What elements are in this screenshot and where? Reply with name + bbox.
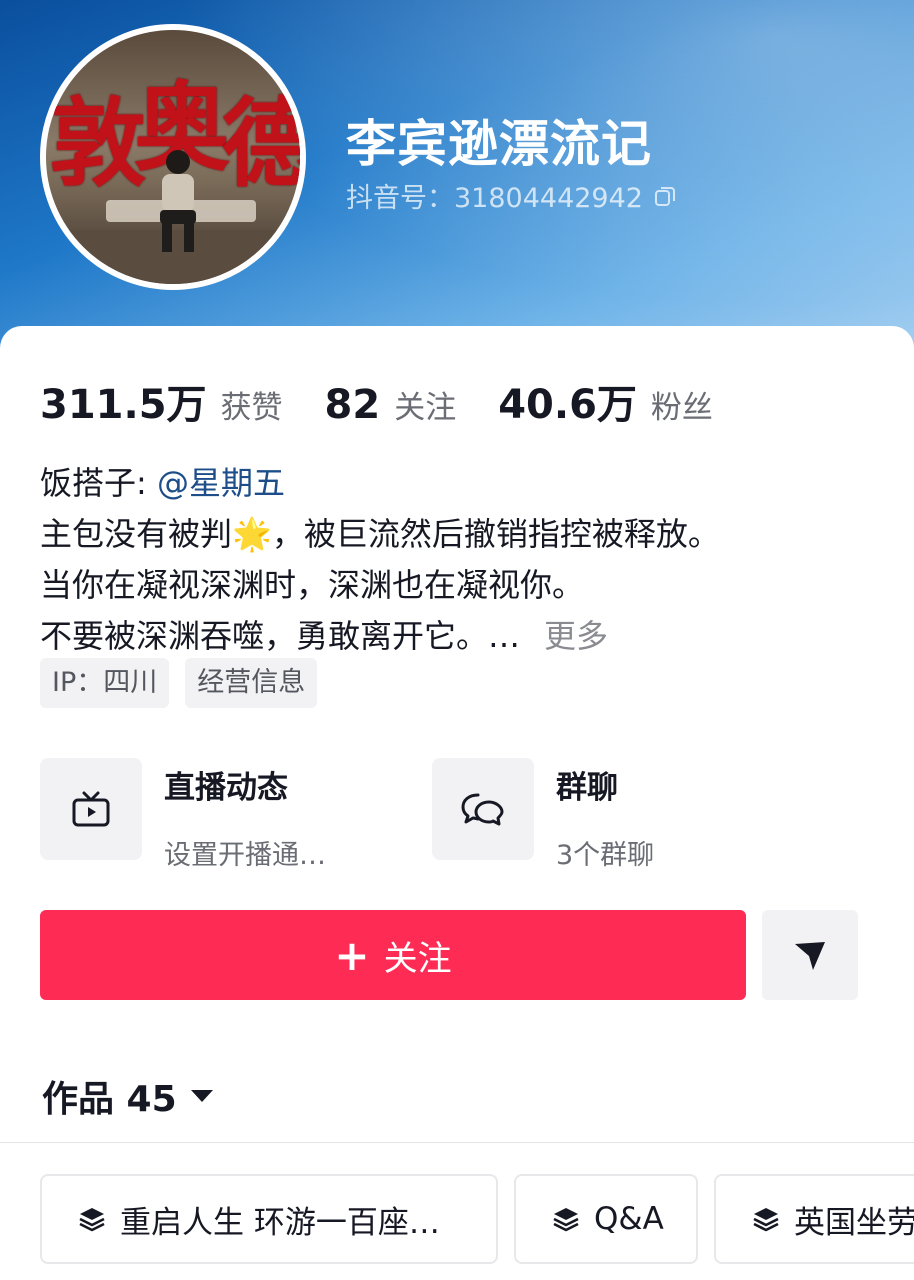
collection-label: Q&A bbox=[594, 1201, 664, 1237]
stat-likes[interactable]: 311.5万 获赞 bbox=[40, 372, 283, 430]
follow-button-label: 关注 bbox=[383, 938, 452, 979]
bio-mention-link[interactable]: @星期五 bbox=[157, 464, 285, 502]
bio-line-4-text: 不要被深渊吞噬，勇敢离开它。… bbox=[40, 617, 521, 655]
profile-nickname: 李宾逊漂流记 bbox=[346, 115, 652, 173]
feature-chat-icon-box bbox=[432, 758, 534, 860]
feature-chat-subtitle: 3个群聊 bbox=[556, 840, 655, 871]
bio-line-3: 当你在凝视深渊时，深渊也在凝视你。 bbox=[40, 566, 585, 604]
layers-icon bbox=[553, 1208, 579, 1232]
info-chips: IP：四川 经营信息 bbox=[40, 658, 333, 708]
feature-group-chat[interactable]: 群聊 3个群聊 bbox=[432, 758, 654, 872]
layers-icon bbox=[79, 1208, 105, 1232]
bio-line-4: 不要被深渊吞噬，勇敢离开它。… 更多 bbox=[40, 611, 880, 662]
bio-partner-prefix: 饭搭子: bbox=[40, 464, 157, 502]
ip-location-chip: IP：四川 bbox=[40, 658, 170, 708]
copy-icon[interactable] bbox=[653, 184, 677, 208]
collection-chip[interactable]: 英国坐劳 bbox=[714, 1174, 914, 1264]
feature-chat-text: 群聊 3个群聊 bbox=[556, 758, 654, 872]
collection-label: 重启人生 环游一百座… bbox=[120, 1204, 440, 1241]
stat-followers-label: 粉丝 bbox=[650, 390, 713, 426]
chat-bubbles-icon bbox=[461, 793, 504, 826]
stat-followers-value: 40.6万 bbox=[498, 382, 637, 428]
feature-live-text: 直播动态 设置开播通… bbox=[164, 758, 326, 872]
collection-chip[interactable]: 重启人生 环游一百座… bbox=[40, 1174, 498, 1264]
feature-live-subtitle: 设置开播通… bbox=[164, 840, 326, 871]
avatar[interactable]: 敦 奥 德 bbox=[40, 24, 306, 290]
stat-following-label: 关注 bbox=[394, 390, 457, 426]
feature-live-title: 直播动态 bbox=[164, 770, 288, 806]
business-info-chip[interactable]: 经营信息 bbox=[185, 658, 318, 708]
stat-following-value: 82 bbox=[324, 382, 381, 428]
bio-line-2-b: ，被巨流然后撤销指控被释放。 bbox=[271, 515, 720, 553]
stat-likes-label: 获赞 bbox=[220, 390, 283, 426]
send-message-button[interactable] bbox=[762, 910, 858, 1000]
collections-row: 重启人生 环游一百座… Q&A 英国坐劳 bbox=[40, 1174, 914, 1264]
feature-live-icon-box bbox=[40, 758, 142, 860]
bio-line-partner: 饭搭子: @星期五 bbox=[40, 458, 880, 509]
feature-live-dynamics[interactable]: 直播动态 设置开播通… bbox=[40, 758, 326, 872]
feature-chat-title: 群聊 bbox=[556, 770, 618, 806]
plus-icon: + bbox=[334, 930, 370, 980]
stat-following[interactable]: 82 关注 bbox=[325, 382, 457, 428]
tv-icon bbox=[72, 791, 110, 827]
stats-row: 311.5万 获赞 82 关注 40.6万 粉丝 bbox=[40, 372, 755, 430]
stat-followers[interactable]: 40.6万 粉丝 bbox=[498, 372, 713, 430]
send-icon bbox=[795, 942, 825, 970]
douyin-id: 抖音号：31804442942 bbox=[346, 176, 677, 215]
works-tab[interactable]: 作品 45 bbox=[42, 1070, 213, 1122]
douyin-id-text: 抖音号：31804442942 bbox=[346, 183, 643, 214]
collection-chip[interactable]: Q&A bbox=[514, 1174, 698, 1264]
stat-likes-value: 311.5万 bbox=[40, 382, 207, 428]
works-tab-label: 作品 45 bbox=[42, 1079, 177, 1120]
caret-down-icon bbox=[190, 1090, 213, 1102]
star-emoji-icon: 🌟 bbox=[232, 515, 272, 553]
collection-label: 英国坐劳 bbox=[794, 1204, 914, 1241]
follow-button[interactable]: + 关注 bbox=[40, 910, 746, 1000]
bio-line-2: 主包没有被判🌟，被巨流然后撤销指控被释放。 bbox=[40, 509, 880, 560]
avatar-text-3: 德 bbox=[222, 96, 300, 192]
works-divider bbox=[0, 1142, 914, 1143]
bio: 饭搭子: @星期五 主包没有被判🌟，被巨流然后撤销指控被释放。 当你在凝视深渊时… bbox=[40, 458, 880, 662]
bio-more-link[interactable]: 更多 bbox=[544, 617, 608, 655]
avatar-person-figure bbox=[160, 150, 196, 252]
bio-line-2-a: 主包没有被判 bbox=[40, 515, 233, 553]
layers-icon bbox=[753, 1208, 779, 1232]
avatar-text-1: 敦 bbox=[50, 87, 146, 200]
